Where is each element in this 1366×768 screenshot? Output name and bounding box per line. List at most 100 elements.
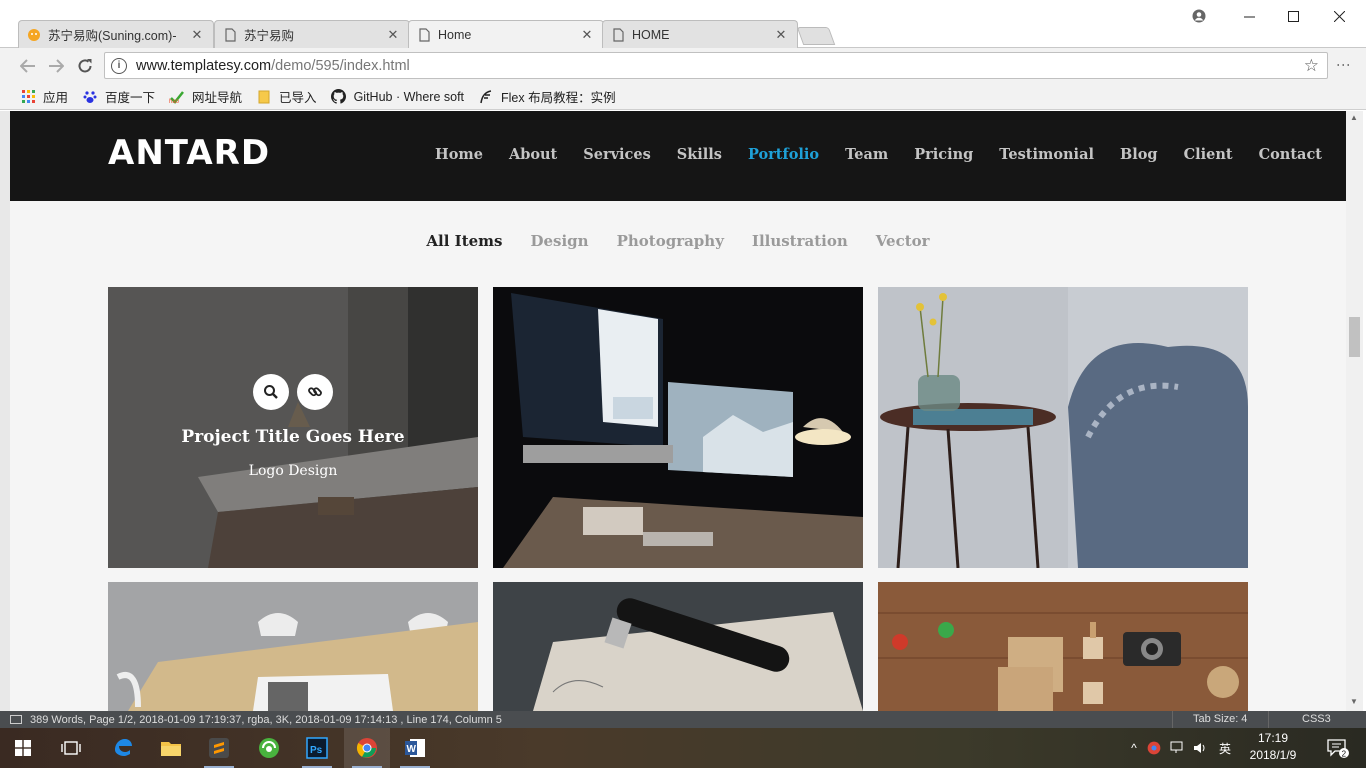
syntax-indicator[interactable]: CSS3 (1302, 713, 1331, 725)
chrome-tray-icon[interactable] (1142, 741, 1166, 755)
portfolio-item-pen[interactable] (493, 582, 863, 711)
word-icon[interactable]: W (392, 728, 438, 768)
tab-home-upper[interactable]: HOME ✕ (602, 20, 798, 48)
menu-portfolio[interactable]: Portfolio (748, 146, 819, 163)
site-header: ANTARD Home About Services Skills Portfo… (10, 111, 1346, 201)
bookmark-github[interactable]: GitHub · Where soft (331, 89, 464, 105)
link-icon[interactable] (297, 374, 333, 410)
close-icon[interactable]: ✕ (189, 27, 205, 43)
tab-size-indicator[interactable]: Tab Size: 4 (1193, 713, 1247, 725)
portfolio-image (878, 287, 1248, 568)
scrollbar-thumb[interactable] (1349, 317, 1360, 357)
feather-icon (478, 89, 494, 105)
close-icon[interactable]: ✕ (385, 27, 401, 43)
bookmarks-bar: 应用 百度一下 hao 网址导航 已导入 GitHub · Where soft (0, 84, 1366, 110)
tab-title: 苏宁易购 (244, 29, 295, 43)
menu-blog[interactable]: Blog (1120, 146, 1158, 163)
portfolio-filters: All Items Design Photography Illustratio… (10, 232, 1346, 250)
filter-all-items[interactable]: All Items (426, 232, 502, 250)
task-view-icon[interactable] (48, 728, 94, 768)
browser-toolbar: i www.templatesy.com/demo/595/index.html… (0, 48, 1366, 84)
info-icon[interactable]: i (111, 57, 127, 74)
tab-title: Home (438, 28, 472, 42)
taskbar-clock[interactable]: 17:19 2018/1/9 (1238, 730, 1308, 764)
bookmark-label: 百度一下 (105, 91, 156, 105)
apps-grid-icon (20, 89, 36, 105)
bookmark-hao[interactable]: hao 网址导航 (169, 87, 242, 106)
file-explorer-icon[interactable] (148, 728, 194, 768)
portfolio-hover-overlay: Project Title Goes Here Logo Design (108, 287, 478, 568)
network-icon[interactable] (1166, 741, 1190, 755)
tab-home-active[interactable]: Home ✕ (408, 20, 604, 49)
minimize-button[interactable] (1226, 0, 1272, 32)
scroll-down-arrow-icon[interactable]: ▼ (1350, 697, 1358, 706)
hao-icon: hao (169, 89, 185, 105)
menu-about[interactable]: About (509, 146, 557, 163)
bookmark-apps[interactable]: 应用 (20, 87, 68, 106)
zoom-search-icon[interactable] (253, 374, 289, 410)
new-tab-button[interactable] (796, 27, 836, 45)
menu-services[interactable]: Services (583, 146, 651, 163)
close-icon[interactable]: ✕ (579, 27, 595, 43)
filter-illustration[interactable]: Illustration (752, 232, 848, 250)
page-scrollbar[interactable]: ▲ ▼ (1346, 111, 1363, 711)
filter-design[interactable]: Design (530, 232, 588, 250)
menu-client[interactable]: Client (1184, 146, 1233, 163)
back-button[interactable] (16, 54, 40, 78)
show-hidden-icons-chevron-icon[interactable]: ^ (1126, 741, 1142, 755)
portfolio-item-meeting-table[interactable] (108, 582, 478, 711)
bookmark-imported-folder[interactable]: 已导入 (256, 87, 317, 106)
panel-toggle-icon[interactable] (10, 715, 22, 724)
action-center-icon[interactable]: 2 (1318, 728, 1358, 768)
site-logo[interactable]: ANTARD (108, 133, 270, 173)
menu-pricing[interactable]: Pricing (914, 146, 973, 163)
address-bar[interactable]: i www.templatesy.com/demo/595/index.html… (104, 52, 1328, 79)
portfolio-image (493, 582, 863, 711)
portfolio-item-stamps[interactable] (878, 582, 1248, 711)
bookmark-baidu[interactable]: 百度一下 (82, 87, 155, 106)
bookmark-label: 网址导航 (192, 91, 243, 105)
menu-testimonial[interactable]: Testimonial (999, 146, 1094, 163)
page-left-edge (0, 111, 10, 711)
system-tray: ^ 英 (1126, 728, 1238, 768)
tab-suning[interactable]: 苏宁易购 ✕ (214, 20, 410, 48)
filter-photography[interactable]: Photography (617, 232, 724, 250)
browser-menu-icon[interactable]: ⋮ (1336, 58, 1352, 72)
close-window-button[interactable] (1316, 0, 1362, 32)
status-divider (1268, 711, 1269, 728)
bookmark-flex-tutorial[interactable]: Flex 布局教程：实例 (478, 87, 616, 106)
forward-button[interactable] (44, 54, 68, 78)
profile-icon[interactable] (1176, 0, 1222, 32)
bookmark-star-icon[interactable]: ☆ (1304, 56, 1319, 76)
portfolio-item-desk[interactable]: Project Title Goes Here Logo Design (108, 287, 478, 568)
edge-icon[interactable] (100, 728, 146, 768)
reload-button[interactable] (73, 54, 97, 78)
close-icon[interactable]: ✕ (773, 27, 789, 43)
bookmark-label: 应用 (43, 91, 69, 105)
menu-home[interactable]: Home (435, 146, 483, 163)
page-viewport: ANTARD Home About Services Skills Portfo… (10, 111, 1346, 711)
maximize-button[interactable] (1270, 0, 1316, 32)
svg-text:Ps: Ps (310, 745, 323, 756)
portfolio-item-computer[interactable] (493, 287, 863, 568)
start-button[interactable] (0, 728, 46, 768)
sublime-text-icon[interactable] (196, 728, 242, 768)
folder-icon (256, 89, 272, 105)
photoshop-icon[interactable]: Ps (294, 728, 340, 768)
360-browser-icon[interactable] (246, 728, 292, 768)
menu-contact[interactable]: Contact (1259, 146, 1322, 163)
filter-vector[interactable]: Vector (876, 232, 930, 250)
project-title[interactable]: Project Title Goes Here (108, 427, 478, 447)
url-path: /demo/595/index.html (271, 57, 410, 74)
status-divider (1172, 711, 1173, 728)
ime-indicator[interactable]: 英 (1212, 740, 1238, 757)
tab-suning-home[interactable]: 苏宁易购(Suning.com)- ✕ (18, 20, 214, 48)
portfolio-image (493, 287, 863, 568)
menu-skills[interactable]: Skills (677, 146, 722, 163)
tab-strip: 苏宁易购(Suning.com)- ✕ 苏宁易购 ✕ Home ✕ HOME ✕ (0, 0, 1366, 49)
chrome-icon[interactable] (344, 728, 390, 768)
menu-team[interactable]: Team (845, 146, 888, 163)
volume-icon[interactable] (1190, 741, 1212, 755)
scroll-up-arrow-icon[interactable]: ▲ (1350, 113, 1358, 122)
portfolio-item-armchair[interactable] (878, 287, 1248, 568)
